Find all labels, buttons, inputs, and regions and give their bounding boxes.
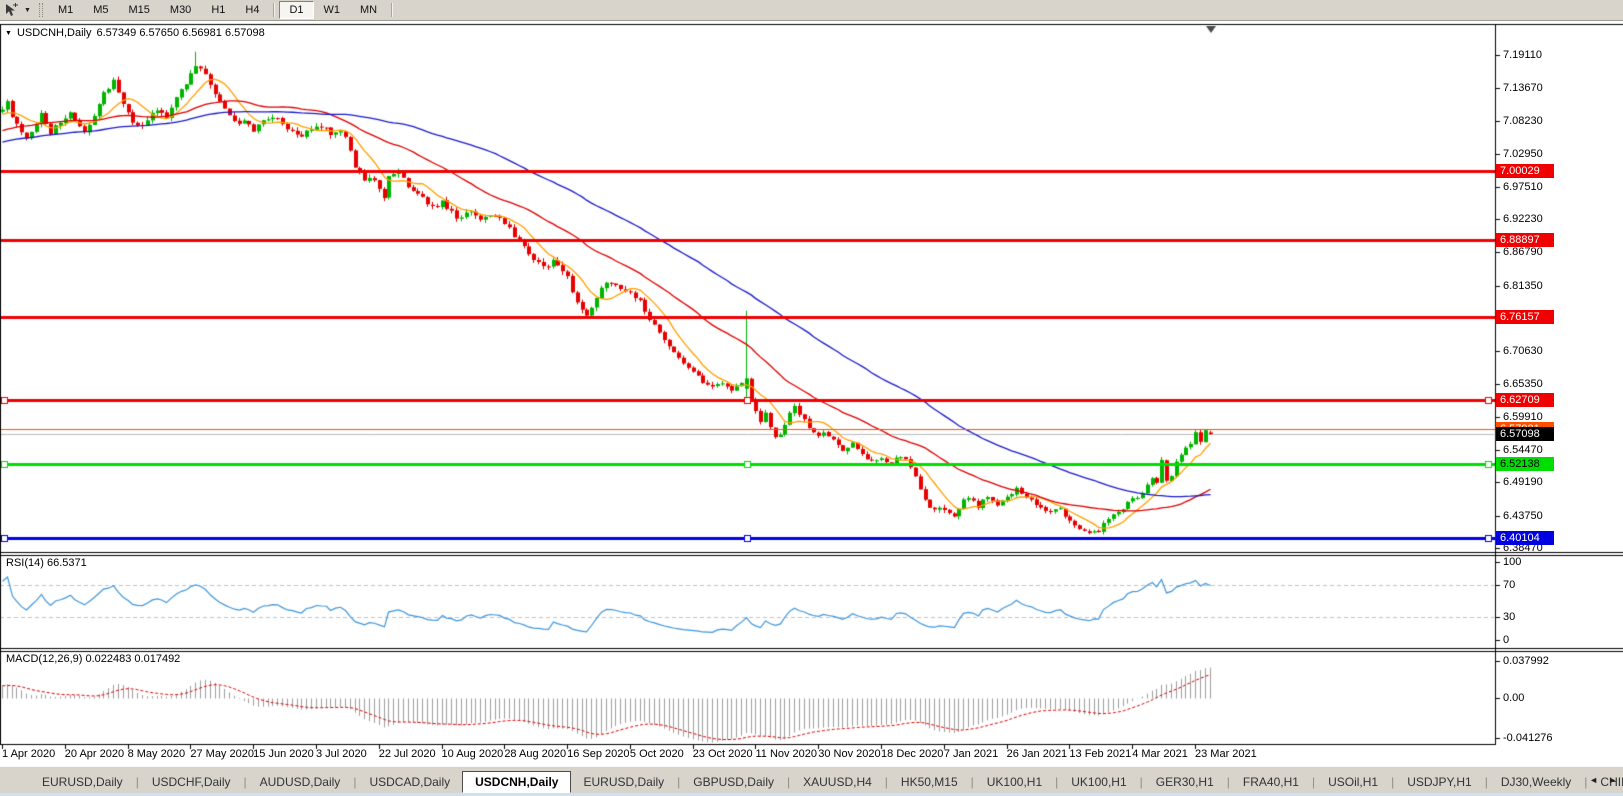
- price-chart-canvas[interactable]: [0, 0, 1623, 796]
- symbol-tab-fra40-h1[interactable]: FRA40,H1: [1231, 772, 1311, 792]
- symbol-tab-usdcad-daily[interactable]: USDCAD,Daily: [357, 772, 462, 792]
- price-tick-label: 6.70630: [1503, 345, 1543, 357]
- price-tick-label: 6.49190: [1503, 476, 1543, 488]
- date-axis-label: 28 Aug 2020: [504, 748, 566, 760]
- timeframe-button-m1[interactable]: M1: [48, 1, 83, 19]
- timeframe-buttons: M1M5M15M30H1H4 D1W1MN: [48, 1, 397, 19]
- price-tick-label: 6.43750: [1503, 510, 1543, 522]
- price-tick-label: 6.92230: [1503, 213, 1543, 225]
- date-axis-label: 16 Sep 2020: [567, 748, 629, 760]
- date-axis-label: 15 Jun 2020: [253, 748, 314, 760]
- macd-tick-label: 0.00: [1503, 692, 1524, 704]
- date-axis-label: 23 Mar 2021: [1195, 748, 1257, 760]
- symbol-tab-uk100-h1[interactable]: UK100,H1: [975, 772, 1054, 792]
- rsi-value: 66.5371: [47, 557, 87, 569]
- rsi-pane-label: RSI(14) 66.5371: [6, 557, 87, 569]
- date-axis-label: 23 Oct 2020: [693, 748, 753, 760]
- pointer-tool-icon[interactable]: [4, 3, 19, 17]
- rsi-tick-label: 70: [1503, 579, 1515, 591]
- price-tick-label: 7.08230: [1503, 115, 1543, 127]
- tab-scroll-right-icon[interactable]: ►: [1608, 775, 1617, 785]
- date-axis-label: 27 May 2020: [190, 748, 254, 760]
- timeframe-button-m5[interactable]: M5: [83, 1, 118, 19]
- toolbar-grip[interactable]: [39, 3, 43, 17]
- chart-symbol-label: USDCNH,Daily: [17, 27, 92, 39]
- chart-title: ▼ USDCNH,Daily 6.57349 6.57650 6.56981 6…: [5, 27, 265, 39]
- date-axis-label: 5 Oct 2020: [630, 748, 684, 760]
- hline-price-label: 7.00029: [1496, 164, 1554, 178]
- symbol-tab-eurusd-daily[interactable]: EURUSD,Daily: [30, 772, 135, 792]
- bid-price-label: 6.57098: [1496, 427, 1554, 441]
- tab-scroll-buttons: ◄ ►: [1589, 775, 1617, 785]
- price-tick-label: 6.54470: [1503, 444, 1543, 456]
- date-axis-label: 8 May 2020: [128, 748, 185, 760]
- symbol-tab-usdjpy-h1[interactable]: USDJPY,H1: [1395, 772, 1483, 792]
- timeframe-button-h1[interactable]: H1: [201, 1, 235, 19]
- cursor-icon: [4, 3, 19, 17]
- macd-values: 0.022483 0.017492: [85, 653, 180, 665]
- tabs: EURUSD,Daily|USDCHF,Daily|AUDUSD,Daily|U…: [30, 771, 1623, 793]
- price-tick-label: 6.65350: [1503, 378, 1543, 390]
- macd-pane-label: MACD(12,26,9) 0.022483 0.017492: [6, 653, 180, 665]
- date-axis-label: 13 Feb 2021: [1069, 748, 1131, 760]
- rsi-tick-label: 0: [1503, 634, 1509, 646]
- macd-tick-label: 0.037992: [1503, 655, 1549, 667]
- date-axis-label: 22 Jul 2020: [379, 748, 436, 760]
- hline-price-label: 6.52138: [1496, 457, 1554, 471]
- date-axis-label: 10 Aug 2020: [442, 748, 504, 760]
- timeframe-button-d1[interactable]: D1: [279, 1, 313, 19]
- hline-price-label: 6.40104: [1496, 531, 1554, 545]
- symbol-tab-xauusd-h4[interactable]: XAUUSD,H4: [791, 772, 884, 792]
- price-tick-label: 7.19110: [1503, 49, 1542, 61]
- date-axis-label: 11 Nov 2020: [755, 748, 817, 760]
- tab-scroll-left-icon[interactable]: ◄: [1589, 775, 1598, 785]
- symbol-tab-audusd-daily[interactable]: AUDUSD,Daily: [248, 772, 353, 792]
- rsi-tick-label: 30: [1503, 611, 1515, 623]
- date-axis-label: 4 Mar 2021: [1132, 748, 1188, 760]
- date-axis-label: 30 Nov 2020: [818, 748, 880, 760]
- symbol-tab-dj30-weekly[interactable]: DJ30,Weekly: [1489, 772, 1583, 792]
- timeframe-button-m30[interactable]: M30: [160, 1, 201, 19]
- symbol-tab-bar: EURUSD,Daily|USDCHF,Daily|AUDUSD,Daily|U…: [0, 766, 1623, 796]
- price-tick-label: 7.13670: [1503, 82, 1543, 94]
- pointer-dropdown-icon[interactable]: ▼: [24, 7, 31, 14]
- toolbar-separator: [391, 3, 393, 17]
- price-tick-label: 6.86790: [1503, 246, 1543, 258]
- date-axis-label: 1 Apr 2020: [2, 748, 55, 760]
- price-tick-label: 6.59910: [1503, 411, 1543, 423]
- date-axis-label: 26 Jan 2021: [1007, 748, 1068, 760]
- symbol-tab-usoil-h1[interactable]: USOil,H1: [1316, 772, 1390, 792]
- price-tick-label: 7.02950: [1503, 148, 1543, 160]
- symbol-tab-hk50-m15[interactable]: HK50,M15: [889, 772, 970, 792]
- hline-price-label: 6.76157: [1496, 310, 1554, 324]
- hline-price-label: 6.62709: [1496, 393, 1554, 407]
- symbol-tab-eurusd-daily[interactable]: EURUSD,Daily: [571, 772, 676, 792]
- date-axis-label: 3 Jul 2020: [316, 748, 367, 760]
- date-axis-label: 7 Jan 2021: [944, 748, 998, 760]
- price-tick-label: 6.81350: [1503, 280, 1543, 292]
- symbol-tab-usdchf-daily[interactable]: USDCHF,Daily: [140, 772, 243, 792]
- toolbar-separator: [273, 3, 275, 17]
- macd-tick-label: -0.041276: [1503, 732, 1553, 744]
- chart-collapse-icon[interactable]: ▼: [5, 30, 12, 37]
- hline-price-label: 6.88897: [1496, 233, 1554, 247]
- rsi-tick-label: 100: [1503, 556, 1521, 568]
- timeframe-button-mn[interactable]: MN: [350, 1, 387, 19]
- rsi-name: RSI(14): [6, 557, 44, 569]
- timeframe-button-w1[interactable]: W1: [314, 1, 351, 19]
- symbol-tab-gbpusd-daily[interactable]: GBPUSD,Daily: [681, 772, 786, 792]
- symbol-tab-usdcnh-daily[interactable]: USDCNH,Daily: [462, 771, 571, 793]
- timeframe-button-m15[interactable]: M15: [119, 1, 160, 19]
- macd-name: MACD(12,26,9): [6, 653, 82, 665]
- date-axis-label: 18 Dec 2020: [881, 748, 943, 760]
- symbol-tab-ger30-h1[interactable]: GER30,H1: [1144, 772, 1226, 792]
- price-tick-label: 6.97510: [1503, 181, 1543, 193]
- toolbar: ▼ M1M5M15M30H1H4 D1W1MN: [0, 0, 1623, 21]
- timeframe-button-h4[interactable]: H4: [235, 1, 269, 19]
- date-axis-label: 20 Apr 2020: [65, 748, 124, 760]
- symbol-tab-uk100-h1[interactable]: UK100,H1: [1059, 772, 1138, 792]
- chart-ohlc-values: 6.57349 6.57650 6.56981 6.57098: [97, 27, 265, 39]
